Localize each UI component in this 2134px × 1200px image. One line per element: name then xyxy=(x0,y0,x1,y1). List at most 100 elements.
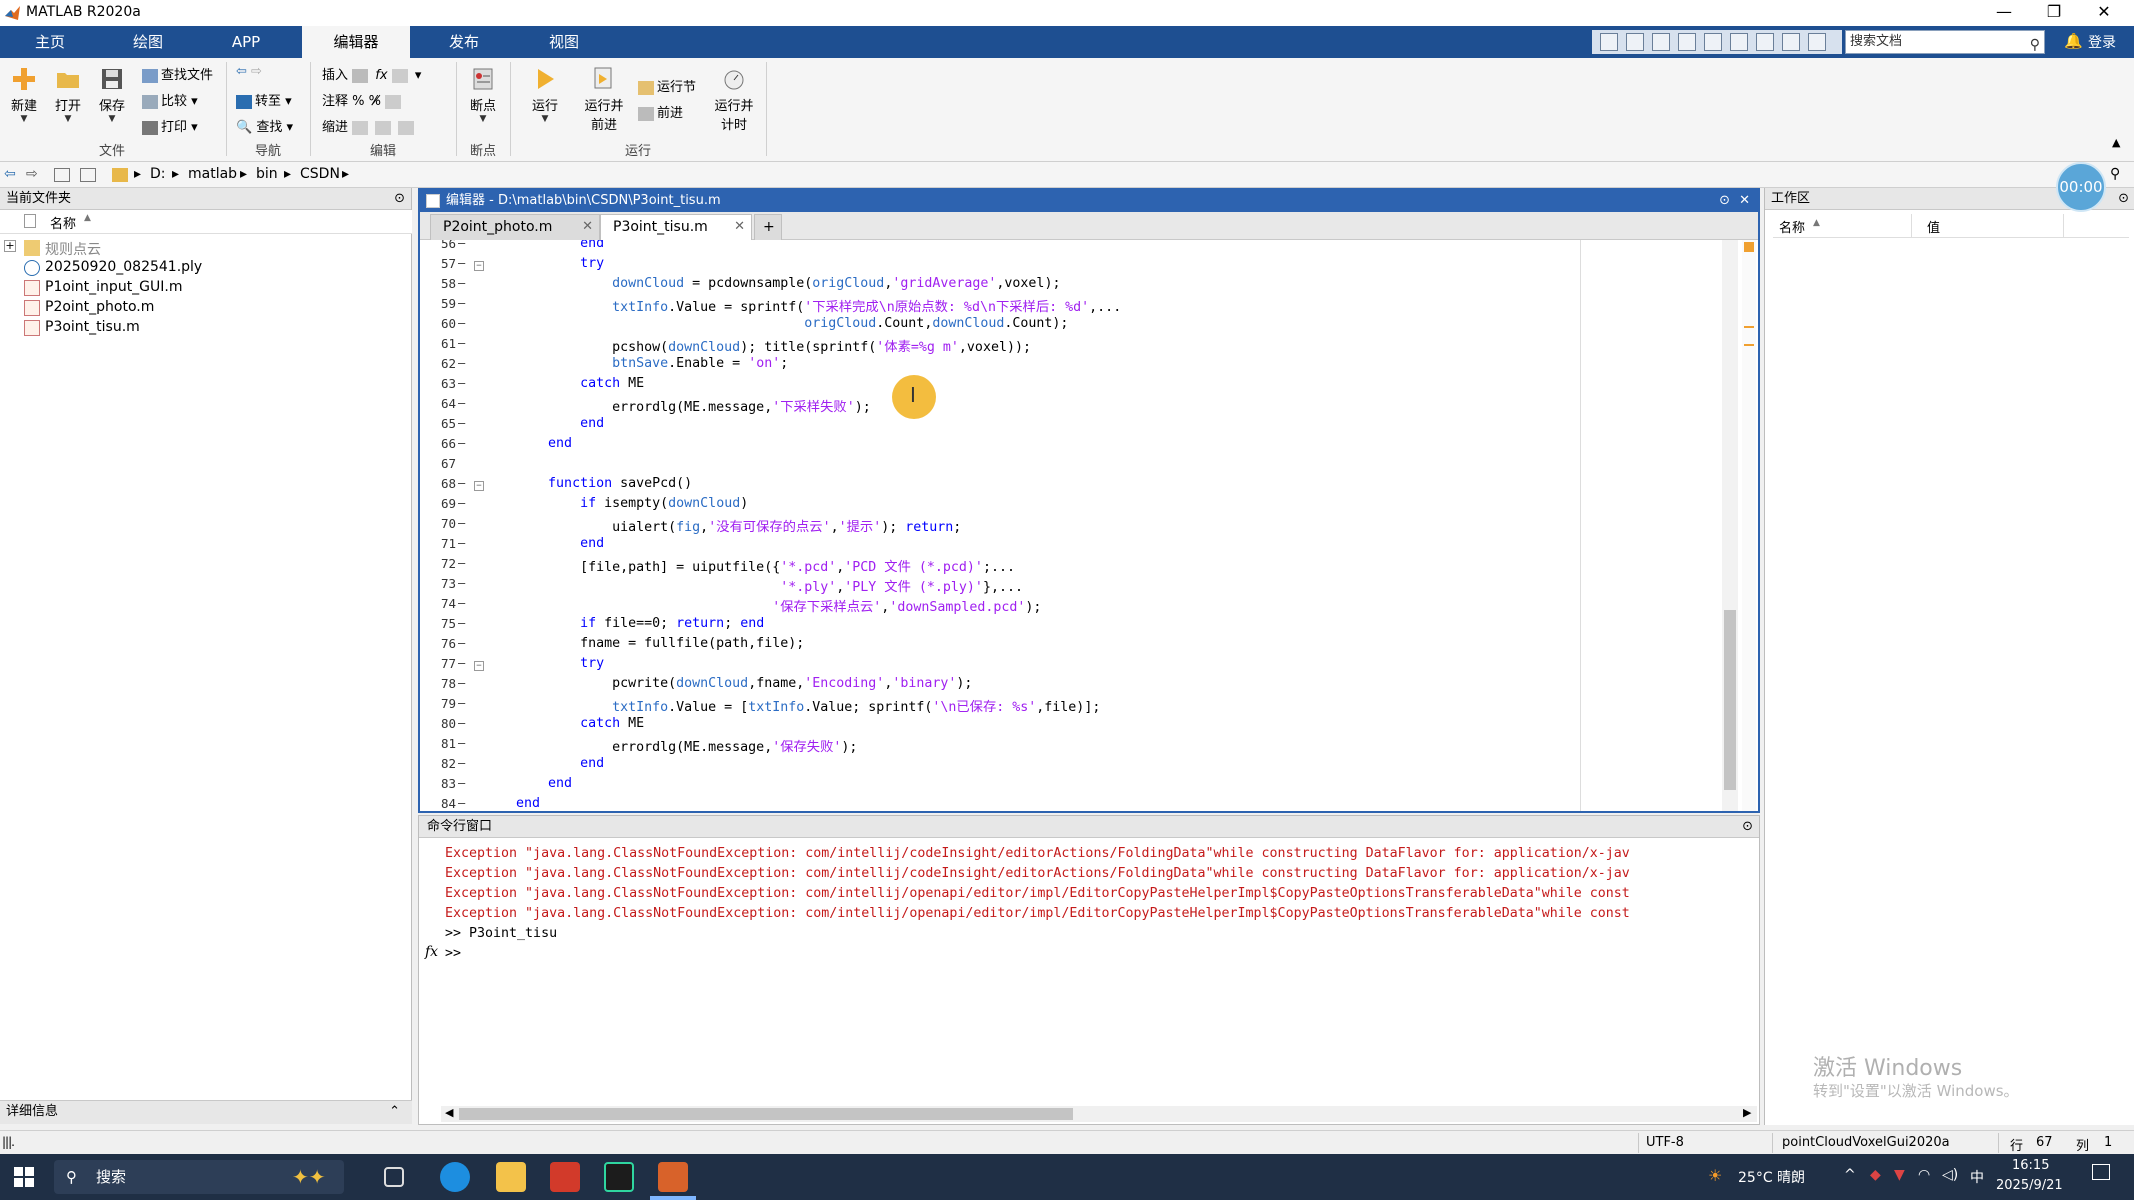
fold-toggle-icon[interactable]: − xyxy=(474,261,484,271)
column-value[interactable]: 值 xyxy=(1927,217,1940,236)
code-line[interactable]: if isempty(downCloud) xyxy=(484,496,748,511)
pycharm-icon[interactable] xyxy=(604,1162,634,1192)
code-line[interactable]: '保存下采样点云','downSampled.pcd'); xyxy=(484,596,1041,615)
breadcrumb-drive[interactable]: D: xyxy=(150,166,166,182)
code-line[interactable]: try xyxy=(484,256,604,271)
breakpoint-gutter[interactable]: – xyxy=(458,676,465,690)
code-line[interactable]: end xyxy=(484,416,604,431)
code-line[interactable]: txtInfo.Value = sprintf('下采样完成\n原始点数: %d… xyxy=(484,296,1121,315)
expand-icon[interactable]: + xyxy=(4,240,16,252)
up-folder-icon[interactable] xyxy=(54,168,70,182)
wifi-icon[interactable]: ◠ xyxy=(1918,1167,1930,1183)
file-row-m[interactable]: P2oint_photo.m xyxy=(0,298,412,318)
breadcrumb-csdn[interactable]: CSDN xyxy=(300,166,340,182)
code-line[interactable]: pcwrite(downCloud,fname,'Encoding','bina… xyxy=(484,676,972,691)
breakpoint-gutter[interactable]: – xyxy=(458,656,465,670)
run-button[interactable]: 运行 ▼ xyxy=(524,66,566,124)
wps-icon[interactable] xyxy=(550,1162,580,1192)
breakpoint-gutter[interactable]: – xyxy=(458,476,465,490)
breakpoint-gutter[interactable]: – xyxy=(458,436,465,450)
login-button[interactable]: 登录 xyxy=(2088,32,2116,52)
breakpoint-gutter[interactable]: – xyxy=(458,776,465,790)
increase-indent-icon[interactable] xyxy=(375,120,392,135)
tray-app-icon[interactable]: ▼ xyxy=(1894,1167,1905,1183)
open-button[interactable]: 打开 ▼ xyxy=(50,66,86,124)
help-icon[interactable] xyxy=(1782,33,1800,51)
code-line[interactable]: end xyxy=(484,240,604,251)
breakpoint-gutter[interactable]: – xyxy=(458,696,465,710)
code-line[interactable]: '*.ply','PLY 文件 (*.ply)'},... xyxy=(484,576,1023,595)
breadcrumb-matlab[interactable]: matlab xyxy=(188,166,237,182)
taskbar-search-box[interactable]: ⚲ 搜索 ✦✦ xyxy=(54,1160,344,1194)
tab-plots[interactable]: 绘图 xyxy=(112,26,184,58)
decrease-indent-icon[interactable] xyxy=(398,120,415,135)
breakpoint-gutter[interactable]: – xyxy=(458,296,465,310)
notification-center-icon[interactable] xyxy=(2092,1164,2110,1180)
close-tab-icon[interactable]: ✕ xyxy=(582,215,593,239)
editor-scroll-thumb[interactable] xyxy=(1724,610,1736,790)
breakpoint-gutter[interactable]: – xyxy=(458,536,465,550)
fold-toggle-icon[interactable]: − xyxy=(474,661,484,671)
chevron-up-icon[interactable]: ⌃ xyxy=(389,1101,400,1123)
column-name[interactable]: 名称 xyxy=(1779,217,1805,236)
code-line[interactable]: btnSave.Enable = 'on'; xyxy=(484,356,788,371)
print-button[interactable]: 打印 ▾ xyxy=(142,116,198,135)
close-window-button[interactable]: ✕ xyxy=(2080,0,2128,26)
command-scroll-thumb[interactable] xyxy=(459,1108,1073,1120)
code-line[interactable]: try xyxy=(484,656,604,671)
collapse-ribbon-icon[interactable]: ▲ xyxy=(2112,136,2120,149)
weather-text[interactable]: 25°C 晴朗 xyxy=(1738,1167,1805,1187)
code-area[interactable]: 56– end 57– − try 58– downCloud = pcdownsam… xyxy=(420,240,1738,811)
breakpoint-gutter[interactable]: – xyxy=(458,356,465,370)
breakpoint-gutter[interactable]: – xyxy=(458,496,465,510)
panel-menu-icon[interactable]: ⊙ xyxy=(2118,188,2129,210)
search-icon[interactable]: ⚲ xyxy=(2030,34,2040,56)
code-line[interactable]: end xyxy=(484,436,572,451)
close-tab-icon[interactable]: ✕ xyxy=(734,215,745,239)
code-analyzer-bar[interactable] xyxy=(1742,240,1756,811)
volume-icon[interactable]: ◁) xyxy=(1942,1167,1958,1183)
breakpoint-gutter[interactable]: – xyxy=(458,736,465,750)
code-line[interactable]: catch ME xyxy=(484,376,644,391)
tab-p3oint-tisu[interactable]: P3oint_tisu.m ✕ xyxy=(600,214,752,240)
redo-icon[interactable] xyxy=(1730,33,1748,51)
notification-bell-icon[interactable]: 🔔 xyxy=(2064,32,2083,50)
compare-button[interactable]: 比较 ▾ xyxy=(142,90,198,109)
code-line[interactable]: catch ME xyxy=(484,716,644,731)
smart-indent-icon[interactable] xyxy=(352,120,369,135)
minimize-button[interactable]: — xyxy=(1980,0,2028,26)
tab-view[interactable]: 视图 xyxy=(528,26,600,58)
code-line[interactable]: txtInfo.Value = [txtInfo.Value; sprintf(… xyxy=(484,696,1100,715)
file-row-ply[interactable]: 20250920_082541.ply xyxy=(0,258,412,278)
panel-menu-icon[interactable]: ⊙ xyxy=(394,188,405,210)
code-line[interactable]: fname = fullfile(path,file); xyxy=(484,636,804,651)
fx-icon[interactable]: fx xyxy=(375,68,387,83)
code-line[interactable]: end xyxy=(484,536,604,551)
paste-icon[interactable] xyxy=(1678,33,1696,51)
insert-button[interactable]: 插入 fx ▾ xyxy=(322,64,421,83)
code-line[interactable]: uialert(fig,'没有可保存的点云','提示'); return; xyxy=(484,516,961,535)
windows-start-icon[interactable] xyxy=(14,1167,34,1187)
tab-p2oint-photo[interactable]: P2oint_photo.m ✕ xyxy=(430,214,600,240)
clock-date[interactable]: 2025/9/21 xyxy=(1996,1178,2063,1193)
file-row-m[interactable]: P3oint_tisu.m xyxy=(0,318,412,338)
breakpoint-gutter[interactable]: – xyxy=(458,416,465,430)
breakpoints-button[interactable]: 断点 ▼ xyxy=(462,66,504,124)
nav-back-forward[interactable]: ⇦ ⇨ xyxy=(236,64,262,79)
file-row-m[interactable]: P1oint_input_GUI.m xyxy=(0,278,412,298)
warning-indicator-icon[interactable] xyxy=(1744,242,1754,252)
switch-windows-icon[interactable] xyxy=(1756,33,1774,51)
breakpoint-gutter[interactable]: – xyxy=(458,276,465,290)
breakpoint-gutter[interactable]: – xyxy=(458,376,465,390)
code-line[interactable]: end xyxy=(484,756,604,771)
advance-button[interactable]: 前进 xyxy=(638,102,683,121)
fx-icon[interactable]: fx xyxy=(425,944,438,960)
forward-arrow-icon[interactable]: ⇨ xyxy=(251,64,262,79)
tab-apps[interactable]: APP xyxy=(210,26,282,58)
warning-mark[interactable] xyxy=(1744,344,1754,346)
breakpoint-gutter[interactable]: – xyxy=(458,596,465,610)
code-line[interactable]: end xyxy=(484,796,540,811)
warning-mark[interactable] xyxy=(1744,326,1754,328)
breakpoint-gutter[interactable]: – xyxy=(458,240,465,250)
breakpoint-gutter[interactable]: – xyxy=(458,576,465,590)
